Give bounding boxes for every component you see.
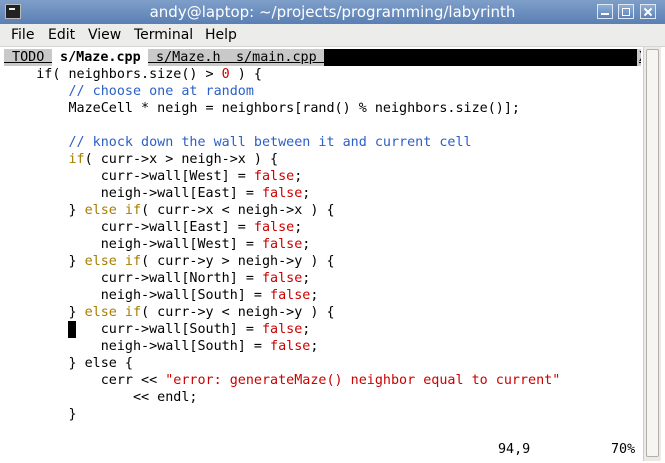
code-token: ( curr->x < neigh->x ) { — [141, 203, 335, 218]
scrollbar-thumb[interactable] — [646, 49, 659, 457]
code-token: false — [270, 339, 311, 354]
code-token: 0 — [221, 67, 230, 82]
code-line: } else if( curr->y < neigh->y ) { — [4, 304, 335, 321]
code-line: } else { — [4, 355, 133, 372]
code-token: ; — [310, 288, 319, 303]
code-line: } else if( curr->x < neigh->x ) { — [4, 202, 335, 219]
code-token: neigh->wall[East] = — [4, 186, 262, 201]
scrollbar[interactable] — [643, 47, 661, 461]
code-token: ; — [310, 339, 319, 354]
code-token: ; — [302, 237, 311, 252]
tab-main-cpp[interactable]: s/main.cpp — [228, 49, 324, 66]
menu-terminal[interactable]: Terminal — [134, 27, 193, 43]
code-line: // choose one at random — [4, 83, 254, 100]
title-bar[interactable]: andy@laptop: ~/projects/programming/laby… — [0, 0, 665, 24]
text-cursor — [68, 321, 76, 338]
code-line: neigh->wall[South] = false; — [4, 287, 319, 304]
code-token: } — [4, 254, 85, 269]
code-line: curr->wall[East] = false; — [4, 219, 303, 236]
code-token: // choose one at random — [4, 84, 254, 99]
code-token: curr->wall[West] = — [4, 169, 254, 184]
tab-todo[interactable]: TODO — [4, 49, 52, 66]
code-token: ( curr->x > neigh->x ) { — [84, 152, 279, 167]
code-line: if( neighbors.size() > 0 ) { — [4, 66, 262, 83]
terminal-area[interactable]: TODO s/Maze.cpp s/Maze.h s/main.cpp X if… — [4, 47, 641, 461]
code-token: ( curr->y > neigh->y ) { — [141, 254, 335, 269]
code-token: else if — [84, 305, 142, 320]
tab-maze-h[interactable]: s/Maze.h — [148, 49, 228, 66]
code-token: false — [261, 186, 303, 201]
code-token: else if — [84, 203, 142, 218]
code-token: } else { — [4, 356, 133, 371]
tab-close-button[interactable]: X — [637, 49, 641, 66]
code-token: false — [253, 220, 295, 235]
minimize-button[interactable] — [597, 4, 613, 19]
code-token: } — [4, 305, 85, 320]
menu-file[interactable]: File — [11, 27, 34, 43]
code-line: cerr << "error: generateMaze() neighbor … — [4, 372, 561, 389]
code-token: ; — [294, 220, 303, 235]
code-token: false — [261, 322, 303, 337]
code-line: // knock down the wall between it and cu… — [4, 134, 472, 151]
cursor-position: 94,9 — [498, 442, 531, 457]
code-token: ; — [302, 271, 311, 286]
vim-tabline: TODO s/Maze.cpp s/Maze.h s/main.cpp X — [4, 49, 641, 66]
code-token: MazeCell * neigh = neighbors[rand() % ne… — [4, 101, 520, 116]
code-token: false — [261, 271, 303, 286]
code-token: neigh->wall[West] = — [4, 237, 262, 252]
code-token: ; — [294, 169, 303, 184]
code-token: curr->wall[South] = — [4, 322, 262, 337]
code-token: ; — [302, 322, 311, 337]
code-line: } — [4, 406, 77, 423]
code-token: curr->wall[East] = — [4, 220, 254, 235]
code-line: if( curr->x > neigh->x ) { — [4, 151, 279, 168]
window-title: andy@laptop: ~/projects/programming/laby… — [149, 3, 516, 21]
code-token: // knock down the wall between it and cu… — [4, 135, 472, 150]
code-token: neigh->wall[South] = — [4, 339, 271, 354]
file-percent: 70% — [611, 442, 636, 457]
code-token: if — [68, 152, 85, 167]
code-token: neigh->wall[South] = — [4, 288, 271, 303]
code-token: else if — [84, 254, 142, 269]
code-line: neigh->wall[South] = false; — [4, 338, 319, 355]
code-line: neigh->wall[East] = false; — [4, 185, 311, 202]
code-line: neigh->wall[West] = false; — [4, 236, 311, 253]
menu-help[interactable]: Help — [205, 27, 237, 43]
code-line: curr->wall[West] = false; — [4, 168, 303, 185]
code-token: ; — [302, 186, 311, 201]
code-token: << endl; — [4, 390, 198, 405]
maximize-button[interactable] — [618, 4, 634, 19]
menu-edit[interactable]: Edit — [48, 27, 75, 43]
code-line: MazeCell * neigh = neighbors[rand() % ne… — [4, 100, 520, 117]
menu-bar: File Edit View Terminal Help — [0, 24, 665, 47]
menu-view[interactable]: View — [88, 27, 121, 43]
code-token: ( curr->y < neigh->y ) { — [141, 305, 335, 320]
code-token: "error: generateMaze() neighbor equal to… — [165, 373, 561, 388]
terminal-window: andy@laptop: ~/projects/programming/laby… — [0, 0, 665, 463]
code-token: curr->wall[North] = — [4, 271, 262, 286]
code-token: false — [261, 237, 303, 252]
tab-maze-cpp[interactable]: s/Maze.cpp — [52, 49, 148, 66]
code-token: if( neighbors.size() > — [4, 67, 222, 82]
code-line: curr->wall[North] = false; — [4, 270, 311, 287]
code-token: cerr << — [4, 373, 166, 388]
close-window-button[interactable] — [640, 4, 656, 19]
code-token: ) { — [229, 67, 262, 82]
code-line: } else if( curr->y > neigh->y ) { — [4, 253, 335, 270]
code-token: } — [4, 203, 85, 218]
code-token: false — [270, 288, 311, 303]
code-token: false — [253, 169, 295, 184]
code-line: << endl; — [4, 389, 198, 406]
code-line: curr->wall[South] = false; — [4, 321, 311, 338]
code-token: } — [4, 407, 77, 422]
